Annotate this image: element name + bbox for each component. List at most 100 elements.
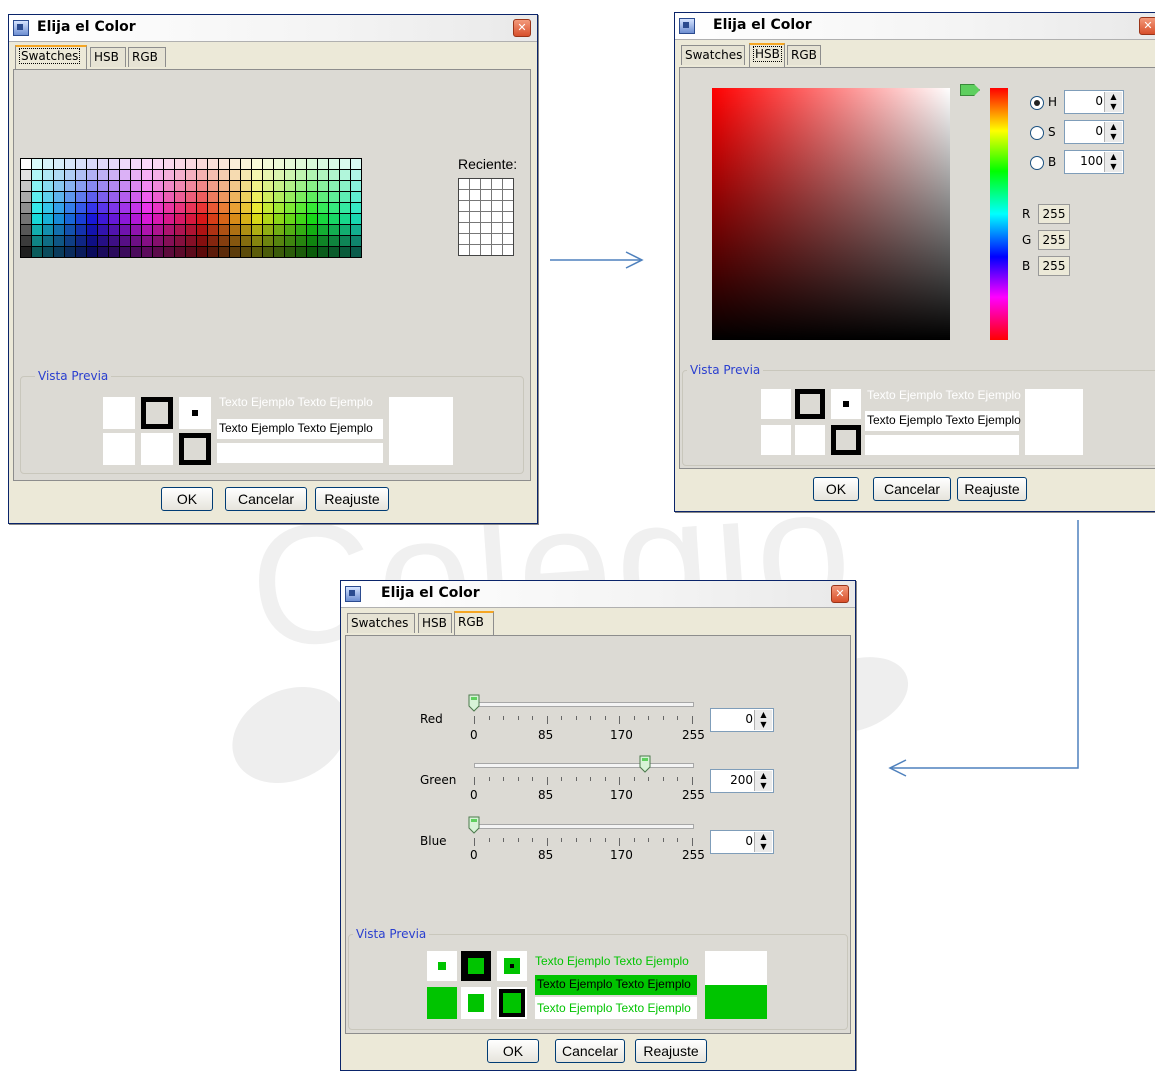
recent-swatch[interactable] <box>481 201 491 211</box>
color-swatch[interactable] <box>197 170 207 180</box>
spinner-arrows-icon[interactable]: ▲ ▼ <box>1104 92 1122 112</box>
color-swatch[interactable] <box>285 247 295 257</box>
color-swatch[interactable] <box>131 236 141 246</box>
recent-swatch[interactable] <box>459 245 469 255</box>
color-swatch[interactable] <box>329 225 339 235</box>
color-swatch[interactable] <box>230 214 240 224</box>
color-swatch[interactable] <box>164 181 174 191</box>
color-swatch[interactable] <box>285 225 295 235</box>
color-swatch[interactable] <box>87 181 97 191</box>
recent-swatch[interactable] <box>470 223 480 233</box>
recent-swatch[interactable] <box>503 212 513 222</box>
color-swatch[interactable] <box>131 159 141 169</box>
color-swatch[interactable] <box>109 236 119 246</box>
recent-swatch[interactable] <box>459 223 469 233</box>
color-swatch[interactable] <box>241 247 251 257</box>
color-swatch[interactable] <box>241 192 251 202</box>
color-swatch[interactable] <box>142 159 152 169</box>
color-swatch[interactable] <box>230 225 240 235</box>
color-swatch[interactable] <box>142 225 152 235</box>
green-slider-track[interactable] <box>474 763 694 768</box>
color-swatch[interactable] <box>109 181 119 191</box>
color-swatch[interactable] <box>252 159 262 169</box>
color-swatch[interactable] <box>186 203 196 213</box>
color-swatch[interactable] <box>87 159 97 169</box>
color-swatch[interactable] <box>186 247 196 257</box>
color-swatch[interactable] <box>43 192 53 202</box>
color-swatch[interactable] <box>32 247 42 257</box>
color-swatch[interactable] <box>186 159 196 169</box>
recent-swatch[interactable] <box>470 201 480 211</box>
color-swatch[interactable] <box>208 181 218 191</box>
recent-swatch[interactable] <box>492 212 502 222</box>
red-slider-thumb-icon[interactable] <box>468 694 480 712</box>
s-spinner[interactable]: 0 ▲ ▼ <box>1064 120 1124 144</box>
color-swatch[interactable] <box>351 203 361 213</box>
color-swatch[interactable] <box>263 170 273 180</box>
color-swatch[interactable] <box>142 192 152 202</box>
color-swatch[interactable] <box>329 181 339 191</box>
color-swatch[interactable] <box>285 236 295 246</box>
color-swatch[interactable] <box>186 214 196 224</box>
color-swatch[interactable] <box>21 203 31 213</box>
color-swatch[interactable] <box>153 192 163 202</box>
close-icon[interactable]: ✕ <box>513 19 531 37</box>
color-swatch[interactable] <box>32 170 42 180</box>
color-swatch[interactable] <box>241 170 251 180</box>
color-swatch[interactable] <box>98 247 108 257</box>
color-swatch[interactable] <box>153 203 163 213</box>
color-swatch[interactable] <box>109 170 119 180</box>
color-swatch[interactable] <box>340 181 350 191</box>
color-swatch[interactable] <box>98 192 108 202</box>
color-swatch[interactable] <box>21 214 31 224</box>
color-swatch[interactable] <box>43 225 53 235</box>
color-swatch[interactable] <box>43 214 53 224</box>
color-swatch[interactable] <box>87 225 97 235</box>
title-bar[interactable]: Elija el Color ✕ <box>341 581 855 608</box>
color-swatch[interactable] <box>43 236 53 246</box>
color-swatch[interactable] <box>307 225 317 235</box>
color-swatch[interactable] <box>164 247 174 257</box>
radio-b[interactable] <box>1030 156 1044 170</box>
color-swatch[interactable] <box>87 170 97 180</box>
color-swatch[interactable] <box>54 159 64 169</box>
color-swatch[interactable] <box>230 192 240 202</box>
color-swatch[interactable] <box>351 181 361 191</box>
color-swatch[interactable] <box>219 236 229 246</box>
color-swatch[interactable] <box>109 192 119 202</box>
color-swatch[interactable] <box>21 236 31 246</box>
color-swatch[interactable] <box>186 236 196 246</box>
color-swatch[interactable] <box>274 170 284 180</box>
color-swatch[interactable] <box>43 170 53 180</box>
color-swatch[interactable] <box>175 170 185 180</box>
color-swatch[interactable] <box>252 181 262 191</box>
color-swatch[interactable] <box>208 225 218 235</box>
color-swatch[interactable] <box>263 225 273 235</box>
color-swatch[interactable] <box>164 159 174 169</box>
color-swatch[interactable] <box>307 181 317 191</box>
recent-swatch[interactable] <box>470 212 480 222</box>
color-swatch[interactable] <box>98 159 108 169</box>
color-swatch[interactable] <box>318 170 328 180</box>
color-swatch[interactable] <box>65 214 75 224</box>
recent-swatch[interactable] <box>481 179 491 189</box>
color-swatch[interactable] <box>318 203 328 213</box>
color-swatch[interactable] <box>65 203 75 213</box>
color-swatch[interactable] <box>351 170 361 180</box>
color-swatch[interactable] <box>329 170 339 180</box>
color-swatch[interactable] <box>43 181 53 191</box>
color-swatch[interactable] <box>340 192 350 202</box>
color-swatch[interactable] <box>164 203 174 213</box>
color-swatch[interactable] <box>76 192 86 202</box>
close-icon[interactable]: ✕ <box>831 585 849 603</box>
color-swatch[interactable] <box>98 181 108 191</box>
color-swatch[interactable] <box>153 247 163 257</box>
color-swatch[interactable] <box>65 247 75 257</box>
color-swatch[interactable] <box>87 236 97 246</box>
color-swatch[interactable] <box>131 192 141 202</box>
cancel-button[interactable]: Cancelar <box>873 477 951 501</box>
color-swatch[interactable] <box>263 247 273 257</box>
color-swatch[interactable] <box>131 170 141 180</box>
color-swatch[interactable] <box>329 203 339 213</box>
color-swatch[interactable] <box>54 214 64 224</box>
